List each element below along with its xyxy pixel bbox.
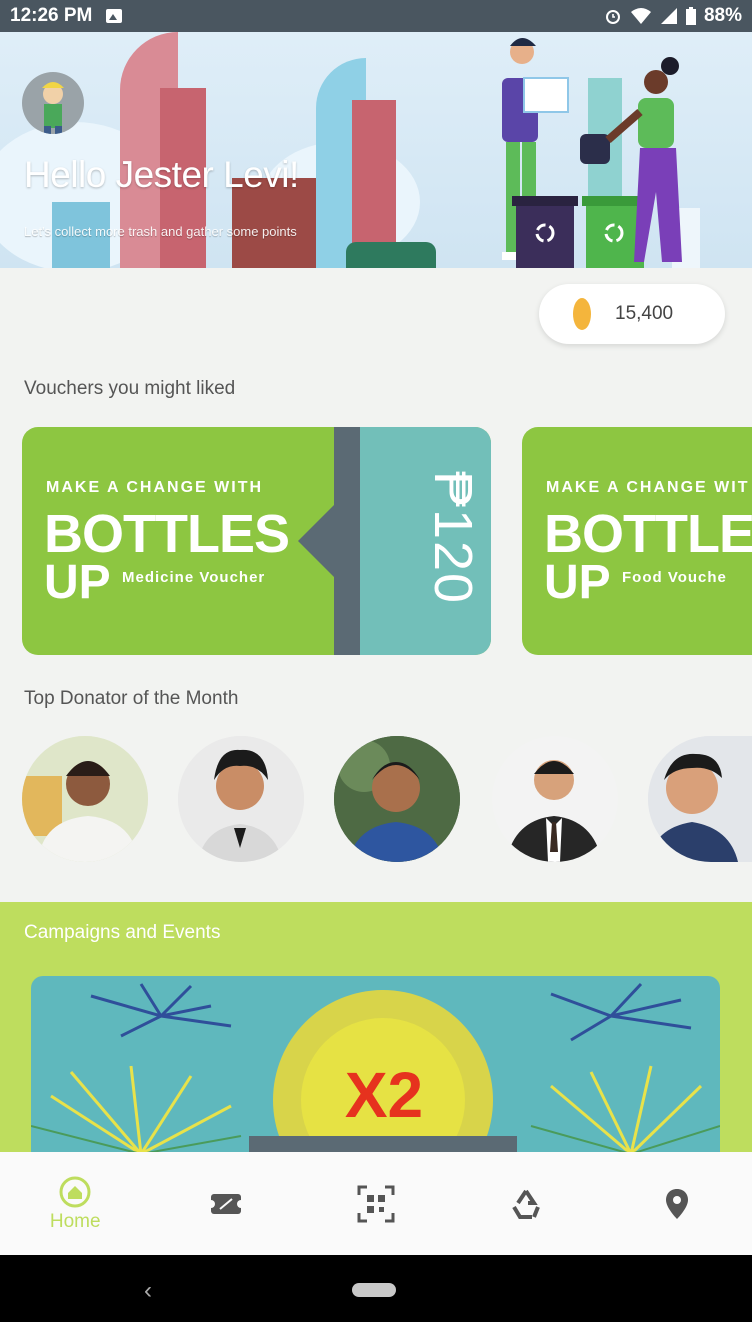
nav-home-label: Home (49, 1210, 101, 1232)
donator-photo (178, 736, 304, 862)
donator-photo (334, 736, 460, 862)
location-pin-icon (665, 1188, 688, 1219)
avatar-character-icon (42, 82, 64, 134)
nav-home[interactable]: Home (0, 1152, 150, 1255)
points-balance[interactable]: 15,400 (539, 284, 725, 344)
donators-list (0, 736, 752, 866)
user-avatar[interactable] (22, 72, 84, 134)
donators-section-title: Top Donator of the Month (24, 688, 239, 709)
voucher-brand-line1: BOTTLES (44, 504, 290, 564)
voucher-brand-line2: UP (544, 556, 611, 609)
voucher-notch (298, 427, 364, 655)
system-navigation-bar: ‹ (0, 1255, 752, 1322)
status-bar: 12:26 PM 88% (0, 0, 752, 32)
status-time: 12:26 PM (10, 5, 93, 26)
image-notification-icon (106, 9, 123, 23)
greeting-title: Hello Jester Levi! (24, 154, 299, 195)
recycle-icon (512, 1189, 541, 1219)
qr-scan-icon (357, 1185, 395, 1222)
person-with-bag-illustration (580, 57, 682, 262)
home-icon (59, 1176, 91, 1207)
donator-photo (648, 736, 752, 862)
donator-avatar[interactable] (334, 736, 460, 862)
voucher-tagline: MAKE A CHANGE WITH (46, 479, 264, 496)
nav-scan[interactable] (301, 1152, 451, 1255)
vouchers-section-title: Vouchers you might liked (24, 378, 236, 399)
voucher-card[interactable]: MAKE A CHANGE WIT BOTTLES UP Food Vouche (522, 427, 752, 655)
nav-vouchers[interactable] (150, 1152, 300, 1255)
voucher-price: ₱120 (423, 470, 483, 606)
battery-icon (685, 7, 696, 25)
signal-icon (660, 8, 677, 24)
campaigns-section-title: Campaigns and Events (24, 922, 221, 943)
home-pill[interactable] (352, 1283, 396, 1297)
donator-avatar[interactable] (648, 736, 752, 862)
campaign-banner[interactable]: X2 (31, 976, 720, 1154)
voucher-icon (208, 1193, 243, 1214)
back-icon[interactable]: ‹ (144, 1277, 152, 1305)
voucher-type: Food Vouche (622, 569, 727, 586)
donator-avatar[interactable] (22, 736, 148, 862)
donator-photo (492, 736, 618, 862)
points-value: 15,400 (615, 303, 674, 324)
battery-percent: 88% (703, 5, 742, 26)
voucher-type: Medicine Voucher (122, 569, 266, 586)
donator-avatar[interactable] (492, 736, 618, 862)
bottom-navigation: Home (0, 1152, 752, 1255)
greeting-subtitle: Let's collect more trash and gather some… (24, 224, 297, 239)
hero-bushes (346, 242, 436, 268)
voucher-tagline: MAKE A CHANGE WIT (546, 479, 750, 496)
voucher-card[interactable]: MAKE A CHANGE WITH BOTTLES UP Medicine V… (22, 427, 491, 655)
banner-multiplier: X2 (344, 1059, 424, 1131)
coin-icon (573, 298, 591, 330)
donator-avatar[interactable] (178, 736, 304, 862)
recycle-icon (535, 223, 555, 243)
wifi-icon (630, 8, 651, 24)
dark-recycle-bin-lid (512, 196, 578, 206)
alarm-icon (605, 10, 620, 24)
nav-location[interactable] (602, 1152, 752, 1255)
donator-photo (22, 736, 148, 862)
voucher-brand-line1: BOTTLES (544, 504, 752, 564)
voucher-brand-line2: UP (44, 556, 111, 609)
nav-recycle[interactable] (451, 1152, 601, 1255)
hero-banner: Hello Jester Levi! Let's collect more tr… (0, 32, 752, 268)
campaigns-section: Campaigns and Events X2 (0, 902, 752, 1154)
